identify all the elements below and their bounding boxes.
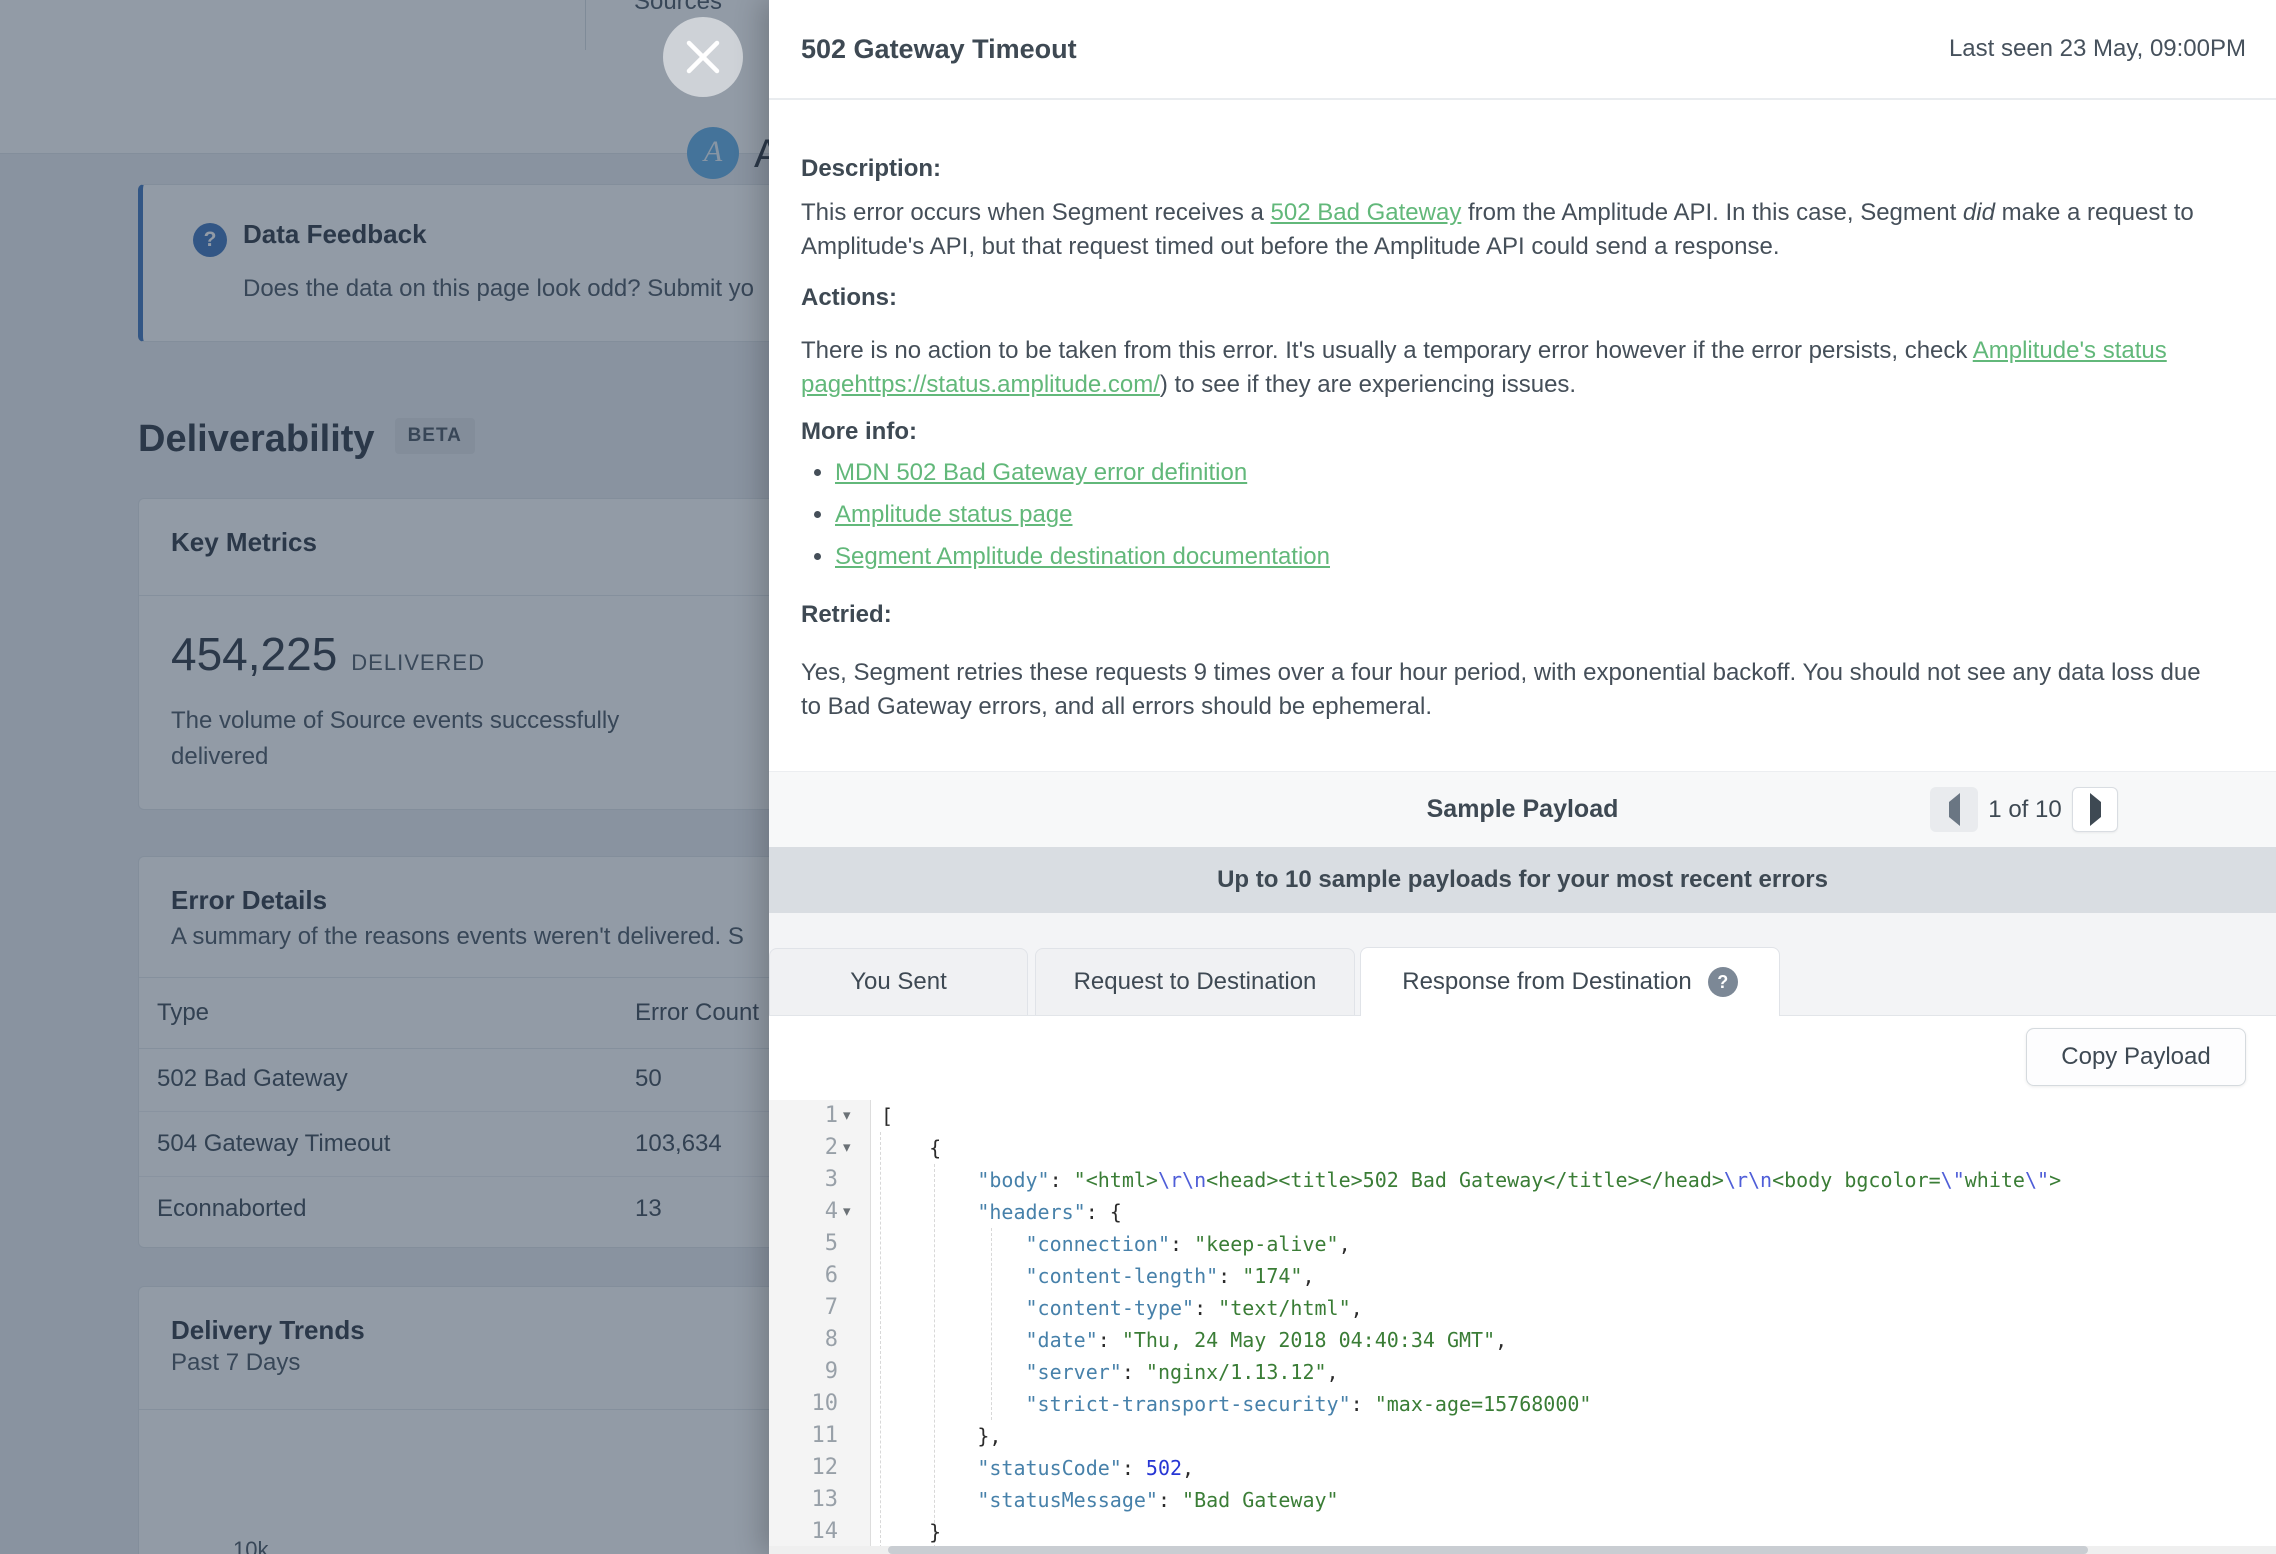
more-info-list: MDN 502 Bad Gateway error definition Ampl… bbox=[807, 452, 1330, 578]
description-heading: Description: bbox=[801, 155, 941, 183]
code-text: "date": "Thu, 24 May 2018 04:40:34 GMT", bbox=[881, 1324, 1507, 1356]
payload-code-viewer[interactable]: 1▾[2▾ {3 "body": "<html>\r\n<head><title… bbox=[769, 1100, 2276, 1554]
line-number: 4 bbox=[769, 1196, 838, 1228]
horizontal-scrollbar[interactable] bbox=[769, 1546, 2276, 1554]
code-text: [ bbox=[881, 1100, 893, 1132]
code-line: 6 "content-length": "174", bbox=[769, 1260, 2276, 1292]
actions-paragraph: There is no action to be taken from this… bbox=[801, 334, 2201, 402]
screen: Sources A A ? Data Feedback Does the dat… bbox=[0, 0, 2276, 1554]
tab-response-label: Response from Destination bbox=[1402, 968, 1691, 996]
fold-arrow-icon[interactable]: ▾ bbox=[843, 1100, 865, 1132]
line-number: 13 bbox=[769, 1484, 838, 1516]
code-text: "statusCode": 502, bbox=[881, 1452, 1194, 1484]
code-line: 10 "strict-transport-security": "max-age… bbox=[769, 1388, 2276, 1420]
code-line: 3 "body": "<html>\r\n<head><title>502 Ba… bbox=[769, 1164, 2276, 1196]
code-text: "strict-transport-security": "max-age=15… bbox=[881, 1388, 1591, 1420]
code-lines: 1▾[2▾ {3 "body": "<html>\r\n<head><title… bbox=[769, 1100, 2276, 1548]
list-item: Amplitude status page bbox=[835, 494, 1330, 536]
code-text: "content-type": "text/html", bbox=[881, 1292, 1363, 1324]
line-number: 6 bbox=[769, 1260, 838, 1292]
page-indicator: 1 of 10 bbox=[1978, 772, 2072, 848]
line-number: 9 bbox=[769, 1356, 838, 1388]
paragraph-text: Yes, Segment retries these requests 9 ti… bbox=[801, 659, 2201, 720]
paragraph-text: There is no action to be taken from this… bbox=[801, 337, 1973, 364]
help-circle-icon[interactable]: ? bbox=[1708, 967, 1738, 997]
paragraph-text: This error occurs when Segment receives … bbox=[801, 199, 1271, 226]
chevron-right-icon bbox=[2090, 793, 2101, 826]
fold-arrow-icon[interactable]: ▾ bbox=[843, 1196, 865, 1228]
line-number: 14 bbox=[769, 1516, 838, 1548]
copy-payload-button[interactable]: Copy Payload bbox=[2026, 1028, 2246, 1086]
code-text: "headers": { bbox=[881, 1196, 1122, 1228]
more-info-link[interactable]: Segment Amplitude destination documentat… bbox=[835, 543, 1330, 570]
chevron-left-icon bbox=[1949, 793, 1960, 826]
panel-header: 502 Gateway Timeout Last seen 23 May, 09… bbox=[769, 0, 2276, 100]
more-info-link[interactable]: Amplitude status page bbox=[835, 501, 1072, 528]
code-text: } bbox=[881, 1516, 941, 1548]
code-text: "body": "<html>\r\n<head><title>502 Bad … bbox=[881, 1164, 2061, 1196]
inline-link[interactable]: 502 Bad Gateway bbox=[1271, 199, 1462, 226]
code-text: }, bbox=[881, 1420, 1001, 1452]
more-info-link[interactable]: MDN 502 Bad Gateway error definition bbox=[835, 459, 1247, 486]
code-line: 13 "statusMessage": "Bad Gateway" bbox=[769, 1484, 2276, 1516]
code-text: "connection": "keep-alive", bbox=[881, 1228, 1351, 1260]
scrollbar-thumb[interactable] bbox=[888, 1546, 2088, 1554]
line-number: 3 bbox=[769, 1164, 838, 1196]
code-text: "statusMessage": "Bad Gateway" bbox=[881, 1484, 1339, 1516]
payload-tabbar: You Sent Request to Destination Response… bbox=[769, 913, 2276, 1016]
code-text: "server": "nginx/1.13.12", bbox=[881, 1356, 1339, 1388]
code-line: 11 }, bbox=[769, 1420, 2276, 1452]
line-number: 2 bbox=[769, 1132, 838, 1164]
line-number: 8 bbox=[769, 1324, 838, 1356]
more-info-heading: More info: bbox=[801, 418, 917, 446]
line-number: 1 bbox=[769, 1100, 838, 1132]
line-number: 12 bbox=[769, 1452, 838, 1484]
panel-title: 502 Gateway Timeout bbox=[801, 0, 1077, 98]
paragraph-text: ) to see if they are experiencing issues… bbox=[1160, 371, 1576, 398]
emphasis-text: did bbox=[1963, 199, 1995, 226]
retried-paragraph: Yes, Segment retries these requests 9 ti… bbox=[801, 656, 2201, 724]
code-line: 9 "server": "nginx/1.13.12", bbox=[769, 1356, 2276, 1388]
list-item: MDN 502 Bad Gateway error definition bbox=[835, 452, 1330, 494]
next-page-button[interactable] bbox=[2072, 787, 2118, 832]
paragraph-text: from the Amplitude API. In this case, Se… bbox=[1461, 199, 1963, 226]
list-item: Segment Amplitude destination documentat… bbox=[835, 536, 1330, 578]
code-line: 1▾ [ bbox=[769, 1100, 2276, 1132]
sample-payload-note: Up to 10 sample payloads for your most r… bbox=[769, 847, 2276, 913]
tab-request-to-destination[interactable]: Request to Destination bbox=[1035, 948, 1355, 1016]
tab-you-sent[interactable]: You Sent bbox=[769, 948, 1028, 1016]
line-number: 5 bbox=[769, 1228, 838, 1260]
prev-page-button[interactable] bbox=[1930, 787, 1978, 832]
code-text: "content-length": "174", bbox=[881, 1260, 1315, 1292]
code-line: 7 "content-type": "text/html", bbox=[769, 1292, 2276, 1324]
last-seen-timestamp: Last seen 23 May, 09:00PM bbox=[1949, 0, 2246, 98]
retried-heading: Retried: bbox=[801, 601, 892, 629]
description-paragraph: This error occurs when Segment receives … bbox=[801, 196, 2201, 264]
code-text: { bbox=[881, 1132, 941, 1164]
code-line: 5 "connection": "keep-alive", bbox=[769, 1228, 2276, 1260]
tab-response-from-destination[interactable]: Response from Destination ? bbox=[1360, 947, 1780, 1016]
code-line: 12 "statusCode": 502, bbox=[769, 1452, 2276, 1484]
code-line: 4▾ "headers": { bbox=[769, 1196, 2276, 1228]
code-line: 8 "date": "Thu, 24 May 2018 04:40:34 GMT… bbox=[769, 1324, 2276, 1356]
fold-arrow-icon[interactable]: ▾ bbox=[843, 1132, 865, 1164]
actions-heading: Actions: bbox=[801, 284, 897, 312]
close-icon bbox=[685, 39, 721, 75]
error-detail-panel: 502 Gateway Timeout Last seen 23 May, 09… bbox=[769, 0, 2276, 1554]
line-number: 7 bbox=[769, 1292, 838, 1324]
code-line: 2▾ { bbox=[769, 1132, 2276, 1164]
close-button[interactable] bbox=[663, 17, 743, 97]
line-number: 10 bbox=[769, 1388, 838, 1420]
code-line: 14 } bbox=[769, 1516, 2276, 1548]
line-number: 11 bbox=[769, 1420, 838, 1452]
sample-payload-bar: Sample Payload 1 of 10 bbox=[769, 771, 2276, 847]
